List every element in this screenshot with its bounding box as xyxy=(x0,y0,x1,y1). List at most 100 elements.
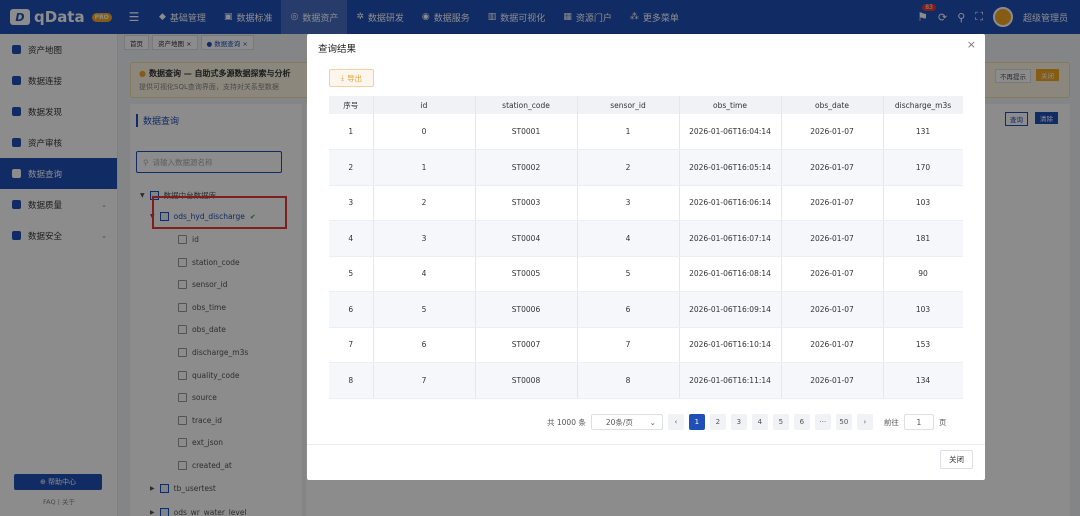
table-cell: 2026-01-07 xyxy=(781,362,884,399)
table-cell: 8 xyxy=(329,362,374,399)
table-cell: 2026-01-07 xyxy=(781,291,884,328)
dialog-title: 查询结果 xyxy=(318,44,357,55)
table-cell: 4 xyxy=(329,220,374,257)
table-cell: ST0007 xyxy=(475,327,578,363)
table-cell: 131 xyxy=(883,114,963,150)
table-cell: 4 xyxy=(577,220,680,257)
table-cell: 2026-01-07 xyxy=(781,327,884,363)
table-cell: 1 xyxy=(329,114,374,150)
table-cell: 1 xyxy=(577,114,680,150)
column-header[interactable]: station_code xyxy=(475,96,578,114)
table-cell: 6 xyxy=(373,327,476,363)
table-cell: 2026-01-06T16:05:14 xyxy=(679,149,782,186)
column-header[interactable]: sensor_id xyxy=(577,96,680,114)
table-cell: 2026-01-06T16:11:14 xyxy=(679,362,782,399)
goto-label: 前往 xyxy=(883,417,899,427)
table-row[interactable]: 2 1 ST0002 2 2026-01-06T16:05:14 2026-01-07 17… xyxy=(329,149,963,186)
table-row[interactable]: 5 4 ST0005 5 2026-01-06T16:08:14 2026-01-07 90 xyxy=(329,256,963,292)
close-dialog-button[interactable]: 关闭 xyxy=(940,450,973,469)
table-cell: 5 xyxy=(373,291,476,328)
table-cell: 4 xyxy=(373,256,476,292)
table-cell: 7 xyxy=(373,362,476,399)
column-header[interactable]: id xyxy=(373,96,476,114)
page-button[interactable]: 6 xyxy=(793,414,810,430)
table-cell: ST0003 xyxy=(475,185,578,221)
table-cell: ST0008 xyxy=(475,362,578,399)
result-table: 序号 id station_code sensor_id obs_time obs_dat… xyxy=(329,96,963,399)
column-header[interactable]: 序号 xyxy=(329,96,374,114)
close-icon[interactable]: × xyxy=(967,38,976,51)
table-row[interactable]: 8 7 ST0008 8 2026-01-06T16:11:14 2026-01-07 13… xyxy=(329,362,963,399)
table-row[interactable]: 6 5 ST0006 6 2026-01-06T16:09:14 2026-01-07 10… xyxy=(329,291,963,328)
page-button[interactable]: 3 xyxy=(730,414,747,430)
prev-page-button[interactable]: ‹ xyxy=(667,414,684,430)
next-page-button[interactable]: › xyxy=(856,414,873,430)
table-row[interactable]: 7 6 ST0007 7 2026-01-06T16:10:14 2026-01-07 15… xyxy=(329,327,963,363)
page-button[interactable]: ··· xyxy=(814,414,831,430)
table-cell: 2026-01-06T16:10:14 xyxy=(679,327,782,363)
page-button[interactable]: 1 xyxy=(688,414,705,430)
page-button[interactable]: 50 xyxy=(835,414,852,430)
table-cell: 3 xyxy=(373,220,476,257)
table-cell: ST0001 xyxy=(475,114,578,150)
table-cell: 2026-01-07 xyxy=(781,149,884,186)
table-cell: 5 xyxy=(329,256,374,292)
table-cell: 6 xyxy=(577,291,680,328)
download-icon: ⤓ xyxy=(340,73,345,82)
table-row[interactable]: 4 3 ST0004 4 2026-01-06T16:07:14 2026-01-07 18… xyxy=(329,220,963,257)
table-cell: 2026-01-06T16:06:14 xyxy=(679,185,782,221)
pagination: 共 1000 条 20条/页 ⌄ ‹ 1 2 3 4 5 6 ··· 50 › 前往 1 页 xyxy=(547,414,946,430)
table-cell: 2026-01-07 xyxy=(781,256,884,292)
table-cell: 170 xyxy=(883,149,963,186)
page-list: 1 2 3 4 5 6 ··· 50 xyxy=(688,414,852,430)
page-button[interactable]: 4 xyxy=(751,414,768,430)
table-cell: ST0002 xyxy=(475,149,578,186)
table-cell: 6 xyxy=(329,291,374,328)
column-header[interactable]: obs_time xyxy=(679,96,782,114)
page-size-value: 20条/页 xyxy=(605,417,633,427)
table-cell: 7 xyxy=(577,327,680,363)
table-cell: 181 xyxy=(883,220,963,257)
table-row[interactable]: 3 2 ST0003 3 2026-01-06T16:06:14 2026-01-07 10… xyxy=(329,185,963,221)
table-cell: 2026-01-06T16:09:14 xyxy=(679,291,782,328)
table-cell: 134 xyxy=(883,362,963,399)
table-cell: 2026-01-06T16:07:14 xyxy=(679,220,782,257)
page-button[interactable]: 5 xyxy=(772,414,789,430)
table-cell: ST0004 xyxy=(475,220,578,257)
divider xyxy=(307,444,985,445)
query-result-dialog: 查询结果 × ⤓ 导出 序号 id station_code sensor_id obs_… xyxy=(307,34,985,480)
export-label: 导出 xyxy=(347,73,363,83)
table-row[interactable]: 1 0 ST0001 1 2026-01-06T16:04:14 2026-01-07 13… xyxy=(329,114,963,150)
table-cell: 90 xyxy=(883,256,963,292)
goto-suffix: 页 xyxy=(938,417,947,427)
table-cell: 2026-01-07 xyxy=(781,114,884,150)
export-button[interactable]: ⤓ 导出 xyxy=(329,69,374,87)
table-cell: 3 xyxy=(577,185,680,221)
table-cell: ST0006 xyxy=(475,291,578,328)
table-cell: 3 xyxy=(329,185,374,221)
table-cell: 7 xyxy=(329,327,374,363)
table-cell: ST0005 xyxy=(475,256,578,292)
column-header[interactable]: obs_date xyxy=(781,96,884,114)
table-cell: 2 xyxy=(329,149,374,186)
table-cell: 0 xyxy=(373,114,476,150)
table-cell: 2 xyxy=(373,185,476,221)
table-cell: 103 xyxy=(883,185,963,221)
table-cell: 2 xyxy=(577,149,680,186)
table-cell: 5 xyxy=(577,256,680,292)
result-table-wrap[interactable]: 序号 id station_code sensor_id obs_time obs_dat… xyxy=(329,96,963,402)
page-button[interactable]: 2 xyxy=(709,414,726,430)
table-cell: 153 xyxy=(883,327,963,363)
total-count: 共 1000 条 xyxy=(547,417,586,427)
table-cell: 2026-01-06T16:04:14 xyxy=(679,114,782,150)
goto-page-input[interactable]: 1 xyxy=(903,414,934,430)
page-size-select[interactable]: 20条/页 ⌄ xyxy=(590,414,663,430)
table-cell: 1 xyxy=(373,149,476,186)
table-cell: 2026-01-06T16:08:14 xyxy=(679,256,782,292)
table-cell: 2026-01-07 xyxy=(781,220,884,257)
table-cell: 103 xyxy=(883,291,963,328)
column-header[interactable]: discharge_m3s xyxy=(883,96,963,114)
chevron-down-icon: ⌄ xyxy=(649,417,656,427)
table-cell: 8 xyxy=(577,362,680,399)
table-cell: 2026-01-07 xyxy=(781,185,884,221)
